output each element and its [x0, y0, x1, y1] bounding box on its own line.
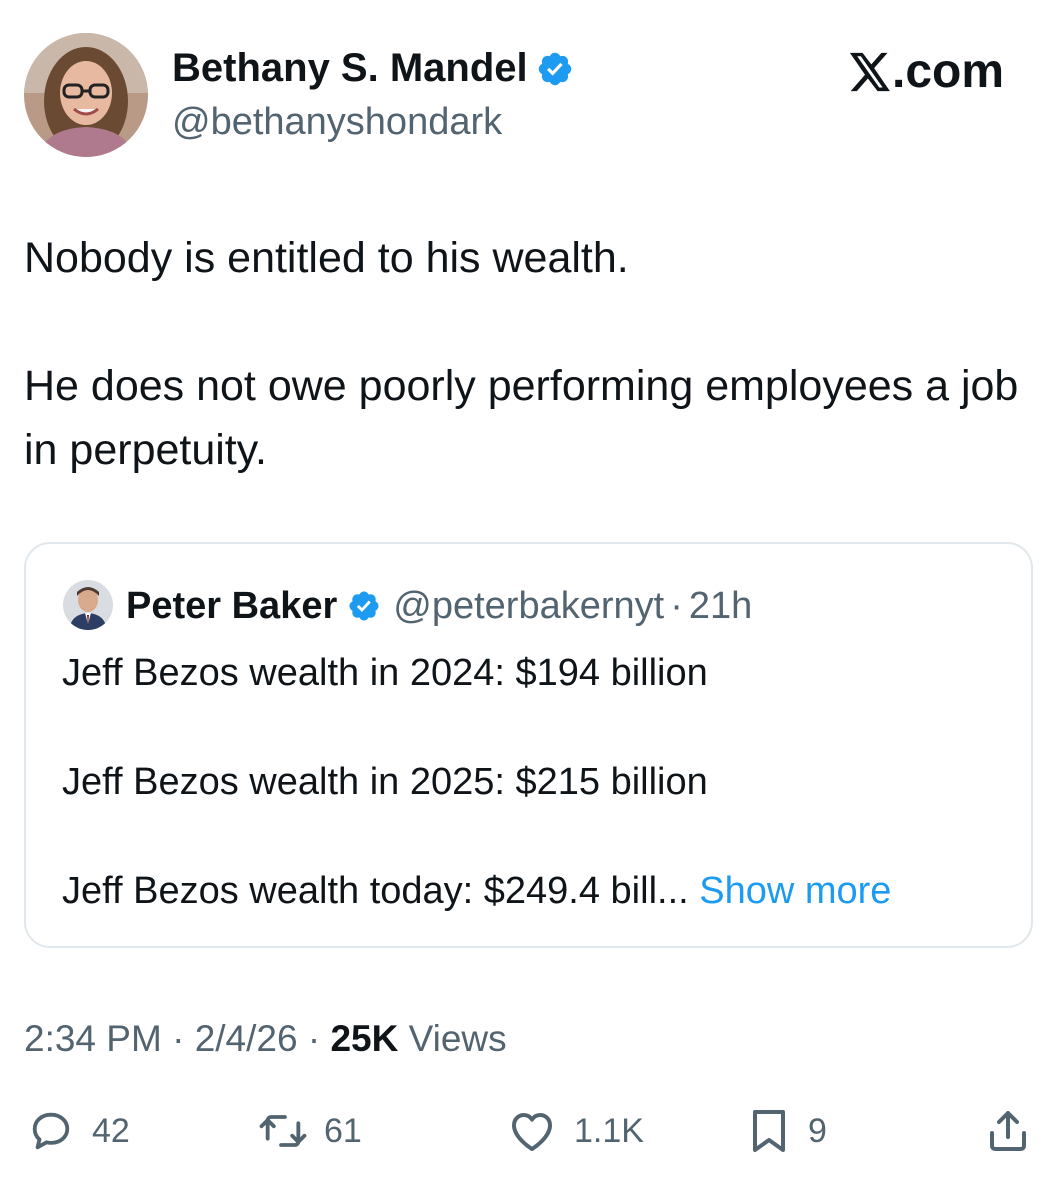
bookmark-button[interactable]: 9: [748, 1104, 827, 1158]
like-count: 1.1K: [574, 1111, 644, 1150]
quoted-author-name[interactable]: Peter Baker: [126, 585, 337, 628]
quoted-tweet-card[interactable]: Peter Baker @peterbakernyt · 21h Jeff Be…: [24, 542, 1033, 948]
tweet-meta: 2:34 PM · 2/4/26 · 25K Views: [24, 1014, 507, 1064]
bookmark-icon: [753, 1110, 785, 1152]
quoted-author-avatar[interactable]: [63, 580, 113, 630]
reply-button[interactable]: 42: [28, 1104, 130, 1158]
author-avatar[interactable]: [24, 33, 148, 157]
quoted-timestamp[interactable]: 21h: [689, 585, 752, 628]
tweet-paragraph-2: He does not owe poorly performing employ…: [24, 362, 1019, 474]
x-icon: [849, 52, 890, 92]
share-icon: [990, 1111, 1026, 1151]
bookmark-count: 9: [808, 1111, 827, 1150]
author-name[interactable]: Bethany S. Mandel: [172, 42, 528, 94]
views-label: Views: [398, 1018, 507, 1059]
repost-icon: [259, 1115, 307, 1147]
author-name-row[interactable]: Bethany S. Mandel: [172, 42, 574, 94]
quoted-header: Peter Baker @peterbakernyt · 21h: [126, 580, 752, 632]
tweet-paragraph-1: Nobody is entitled to his wealth.: [24, 234, 629, 282]
repost-button[interactable]: 61: [258, 1104, 362, 1158]
views-count: 25K: [330, 1018, 399, 1059]
quoted-author-handle[interactable]: @peterbakernyt: [393, 585, 664, 628]
show-more-link[interactable]: Show more: [699, 870, 891, 912]
heart-icon: [512, 1113, 552, 1151]
quoted-line-2: Jeff Bezos wealth in 2025: $215 billion: [62, 761, 708, 803]
quoted-line-1: Jeff Bezos wealth in 2024: $194 billion: [62, 652, 708, 694]
repost-count: 61: [324, 1111, 362, 1150]
tweet-time[interactable]: 2:34 PM: [24, 1018, 162, 1059]
reply-count: 42: [92, 1111, 130, 1150]
tweet-text: Nobody is entitled to his wealth. He doe…: [24, 226, 1024, 482]
x-logo: .com: [848, 44, 1004, 100]
share-button[interactable]: [986, 1104, 1030, 1158]
quoted-line-3: Jeff Bezos wealth today: $249.4 bill... …: [62, 866, 891, 916]
like-button[interactable]: 1.1K: [508, 1104, 644, 1158]
x-logo-text: .com: [892, 45, 1005, 98]
author-handle[interactable]: @bethanyshondark: [172, 98, 502, 146]
quoted-line-3-text: Jeff Bezos wealth today: $249.4 bill...: [62, 870, 689, 912]
verified-badge-icon: [536, 49, 574, 87]
meta-separator: ·: [297, 1018, 331, 1059]
tweet-date[interactable]: 2/4/26: [195, 1018, 298, 1059]
reply-icon: [32, 1112, 70, 1150]
meta-separator: ·: [161, 1018, 195, 1059]
verified-badge-icon: [347, 589, 381, 623]
separator-dot: ·: [670, 584, 683, 627]
